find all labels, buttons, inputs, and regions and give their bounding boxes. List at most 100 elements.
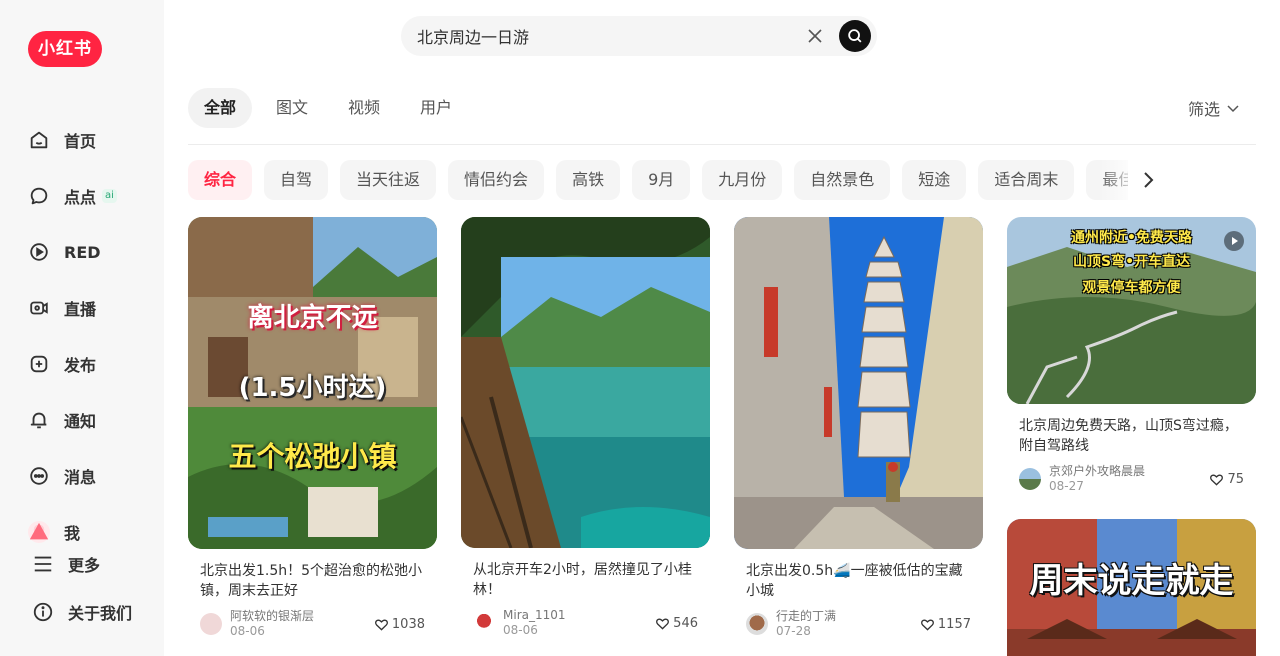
tab-all[interactable]: 全部 xyxy=(188,88,253,128)
note-cover-image[interactable] xyxy=(461,217,710,548)
chip[interactable]: 短途 xyxy=(902,160,967,200)
sidebar-item-live[interactable]: 直播 xyxy=(28,294,96,322)
chevron-down-icon xyxy=(1227,105,1239,113)
cover-text: 通州附近•免费天路 xyxy=(1071,230,1192,246)
sidebar-item-notifications[interactable]: 通知 xyxy=(28,406,96,434)
sidebar-item-label: 首页 xyxy=(64,132,97,151)
chip[interactable]: 适合周末 xyxy=(978,160,1075,200)
sidebar-item-label: RED xyxy=(64,242,101,262)
author-avatar[interactable] xyxy=(200,613,222,635)
user-avatar xyxy=(28,521,50,543)
cover-text: 山顶S弯•开车直达 xyxy=(1072,254,1191,270)
note-title[interactable]: 北京出发1.5h！5个超治愈的松弛小镇，周末去正好 xyxy=(188,561,437,601)
cover-text: 离北京不远 xyxy=(247,303,378,333)
like-count: 1038 xyxy=(391,616,425,632)
author-avatar[interactable] xyxy=(1019,468,1041,490)
note-card[interactable]: 通州附近•免费天路 山顶S弯•开车直达 观景停车都方便 北京周边免费天路，山顶S… xyxy=(1007,217,1256,493)
sidebar-item-publish[interactable]: 发布 xyxy=(28,350,96,378)
chip[interactable]: 综合 xyxy=(188,160,253,200)
divider xyxy=(188,144,1256,145)
ai-badge: ai xyxy=(102,189,117,203)
note-cover-image[interactable]: 周末说走就走 xyxy=(1007,519,1256,656)
chip[interactable]: 自然景色 xyxy=(794,160,891,200)
like-button[interactable]: 75 xyxy=(1209,472,1244,487)
note-meta: 行走的丁满 07-28 1157 xyxy=(746,609,971,639)
sidebar-item-diandian[interactable]: 点点 ai xyxy=(28,182,117,210)
like-count: 546 xyxy=(673,615,698,631)
note-title[interactable]: 北京出发0.5h🚄一座被低估的宝藏小城 xyxy=(734,561,983,601)
xiaohongshu-logo[interactable]: 小红书 xyxy=(28,31,102,67)
search-button[interactable] xyxy=(839,20,871,52)
chevron-right-icon[interactable] xyxy=(1136,168,1160,192)
note-card[interactable]: 北京出发0.5h🚄一座被低估的宝藏小城 行走的丁满 07-28 1157 xyxy=(734,217,983,638)
sidebar-item-label: 直播 xyxy=(64,300,97,319)
chip[interactable]: 情侣约会 xyxy=(448,160,545,200)
sidebar-item-me[interactable]: 我 xyxy=(28,518,80,546)
bell-icon xyxy=(30,412,47,429)
plus-square-icon xyxy=(30,355,48,373)
author-avatar[interactable] xyxy=(746,613,768,635)
like-count: 75 xyxy=(1227,471,1244,487)
clear-icon[interactable] xyxy=(805,26,825,46)
sidebar-item-more[interactable]: 更多 xyxy=(32,550,100,578)
author-name[interactable]: 行走的丁满 xyxy=(776,609,836,624)
filter-label: 筛选 xyxy=(1188,100,1221,119)
note-date: 08-06 xyxy=(503,623,538,637)
author-info: 行走的丁满 07-28 xyxy=(776,609,836,639)
sidebar-item-label: 我 xyxy=(64,524,81,543)
chip[interactable]: 九月份 xyxy=(702,160,783,200)
chip[interactable]: 9月 xyxy=(632,160,691,200)
like-button[interactable]: 1157 xyxy=(920,617,971,632)
cover-text: 观景停车都方便 xyxy=(1082,280,1181,296)
sidebar: 小红书 首页 点点 ai RED 直播 发布 通知 消息 我 更多 关于我们 xyxy=(0,0,164,656)
author-name[interactable]: 阿软软的银渐层 xyxy=(230,609,314,624)
content-type-tabs: 全部 图文 视频 用户 xyxy=(188,88,468,128)
play-circle-icon xyxy=(30,243,48,261)
note-title[interactable]: 北京周边免费天路，山顶S弯过瘾，附自驾路线 xyxy=(1007,416,1256,456)
cover-text: 五个松弛小镇 xyxy=(228,440,397,473)
like-button[interactable]: 546 xyxy=(655,616,698,631)
chip[interactable]: 自驾 xyxy=(264,160,329,200)
filter-button[interactable]: 筛选 xyxy=(1188,96,1240,120)
sidebar-item-label: 更多 xyxy=(68,556,101,575)
note-cover-image[interactable] xyxy=(734,217,983,549)
chip[interactable]: 高铁 xyxy=(556,160,621,200)
note-date: 08-27 xyxy=(1049,479,1084,493)
author-info: Mira_1101 08-06 xyxy=(503,608,566,638)
author-info: 阿软软的银渐层 08-06 xyxy=(230,609,314,639)
sidebar-item-label: 发布 xyxy=(64,356,97,375)
search-input[interactable] xyxy=(417,16,797,56)
heart-icon xyxy=(920,619,934,631)
author-name[interactable]: 京郊户外攻略晨晨 xyxy=(1049,464,1145,479)
note-date: 08-06 xyxy=(230,624,265,638)
sidebar-item-label: 通知 xyxy=(64,412,97,431)
tab-users[interactable]: 用户 xyxy=(404,88,468,128)
cover-text: (1.5小时达) xyxy=(238,373,387,403)
note-cover-image[interactable]: 通州附近•免费天路 山顶S弯•开车直达 观景停车都方便 xyxy=(1007,217,1256,404)
chat-bubble-icon xyxy=(30,187,48,205)
menu-icon xyxy=(34,556,52,572)
note-cover-image[interactable]: 离北京不远 (1.5小时达) 五个松弛小镇 xyxy=(188,217,437,549)
note-card[interactable]: 离北京不远 (1.5小时达) 五个松弛小镇 北京出发1.5h！5个超治愈的松弛小… xyxy=(188,217,437,638)
sidebar-item-red[interactable]: RED xyxy=(28,238,101,266)
keyword-chips: 综合 自驾 当天往返 情侣约会 高铁 9月 九月份 自然景色 短途 适合周末 最… xyxy=(188,160,1128,200)
chip[interactable]: 当天往返 xyxy=(340,160,437,200)
author-name[interactable]: Mira_1101 xyxy=(503,608,566,623)
tab-image-text[interactable]: 图文 xyxy=(260,88,324,128)
note-card[interactable]: 周末说走就走 xyxy=(1007,519,1256,656)
note-meta: Mira_1101 08-06 546 xyxy=(473,608,698,638)
author-avatar[interactable] xyxy=(473,612,495,634)
like-count: 1157 xyxy=(937,616,971,632)
sidebar-item-about[interactable]: 关于我们 xyxy=(32,598,132,626)
sidebar-item-home[interactable]: 首页 xyxy=(28,126,96,154)
like-button[interactable]: 1038 xyxy=(374,617,425,632)
home-icon xyxy=(30,131,48,149)
note-date: 07-28 xyxy=(776,624,811,638)
sidebar-item-label: 关于我们 xyxy=(68,604,133,623)
tab-video[interactable]: 视频 xyxy=(332,88,396,128)
note-title[interactable]: 从北京开车2小时，居然撞见了小桂林！ xyxy=(461,560,710,600)
sidebar-item-messages[interactable]: 消息 xyxy=(28,462,96,490)
heart-icon xyxy=(374,619,388,631)
live-camera-icon xyxy=(30,301,48,315)
note-card[interactable]: 从北京开车2小时，居然撞见了小桂林！ Mira_1101 08-06 546 xyxy=(461,217,710,637)
